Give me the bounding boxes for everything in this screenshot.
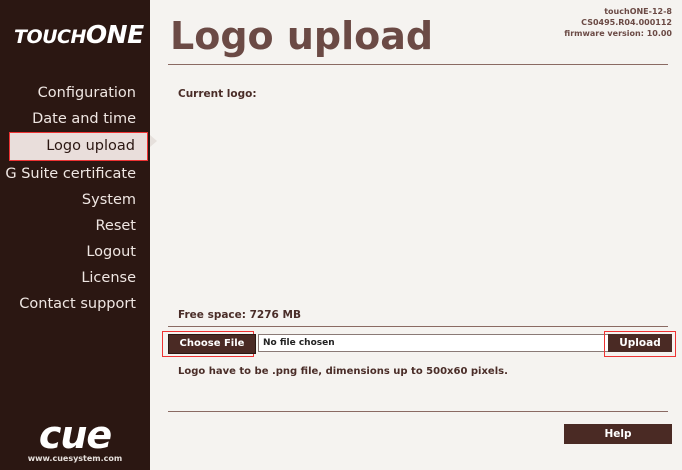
page-title: Logo upload: [170, 14, 434, 58]
sidebar-item-logo-upload[interactable]: Logo upload: [9, 132, 148, 161]
cue-url: www.cuesystem.com: [27, 454, 123, 463]
sidebar-item-reset[interactable]: Reset: [0, 213, 150, 239]
sidebar-item-logout[interactable]: Logout: [0, 239, 150, 265]
help-button[interactable]: Help: [564, 424, 672, 444]
sidebar-item-configuration[interactable]: Configuration: [0, 80, 150, 106]
logo-part-touch: TOUCH: [14, 26, 86, 48]
free-space-label: Free space: 7276 MB: [178, 309, 301, 321]
brand-logo: TOUCHONE: [0, 0, 150, 70]
device-name: touchONE-12-8: [604, 7, 672, 16]
cue-footer-logo: cue www.cuesystem.com: [0, 413, 150, 463]
app-window: TOUCHONE Configuration Date and time Log…: [0, 0, 682, 470]
sidebar-item-date-and-time[interactable]: Date and time: [0, 106, 150, 132]
choose-file-button[interactable]: Choose File: [168, 334, 256, 354]
current-logo-label: Current logo:: [178, 88, 257, 100]
sidebar-item-system[interactable]: System: [0, 187, 150, 213]
header-divider: [168, 64, 668, 65]
upload-row: Choose File No file chosen Upload: [162, 331, 678, 357]
sidebar-item-contact-support[interactable]: Contact support: [0, 291, 150, 317]
device-serial: CS0495.R04.000112: [581, 18, 672, 27]
active-pointer-icon: [150, 135, 157, 147]
sidebar-item-gsuite-certificate[interactable]: G Suite certificate: [0, 161, 150, 187]
firmware-version: firmware version: 10.00: [564, 29, 672, 38]
logo-part-one: ONE: [85, 20, 144, 49]
device-info: touchONE-12-8 CS0495.R04.000112 firmware…: [564, 6, 672, 39]
sidebar-nav: Configuration Date and time Logo upload …: [0, 80, 150, 317]
sidebar: TOUCHONE Configuration Date and time Log…: [0, 0, 150, 470]
logo-requirements-note: Logo have to be .png file, dimensions up…: [178, 366, 508, 377]
sidebar-item-license[interactable]: License: [0, 265, 150, 291]
upload-divider-top: [168, 326, 668, 327]
touchone-logo: TOUCHONE: [14, 20, 144, 49]
footer-divider: [168, 411, 668, 412]
cue-logo: cue: [38, 413, 112, 457]
upload-button[interactable]: Upload: [608, 334, 672, 352]
